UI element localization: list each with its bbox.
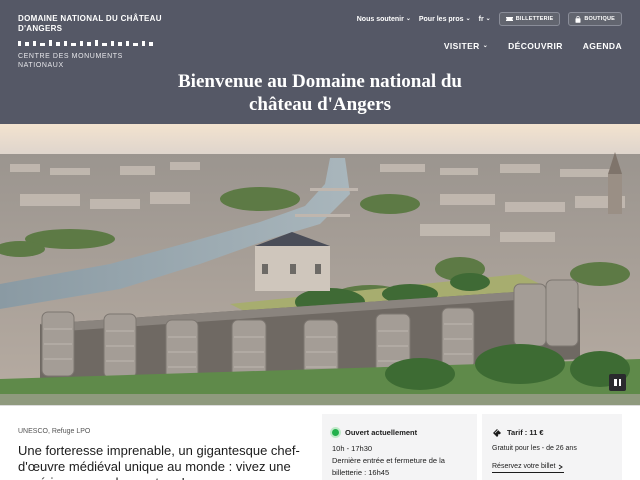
intro-block: UNESCO, Refuge LPO Une forteresse impren… <box>18 428 314 480</box>
nav-visiter-label: VISITER <box>443 41 480 51</box>
opening-hours-panel: Ouvert actuellement 10h - 17h30 Dernière… <box>322 414 477 480</box>
logo-title-line1: DOMAINE NATIONAL DU CHÂTEAU <box>18 14 162 23</box>
language-selector[interactable]: fr ⌄ <box>479 16 491 23</box>
top-nav: Nous soutenir ⌄ Pour les pros ⌄ fr ⌄ BIL… <box>357 12 622 26</box>
slideshow-pause-button[interactable] <box>609 374 626 391</box>
ticket-icon <box>493 429 501 437</box>
main-nav: VISITER ⌄ DÉCOUVRIR AGENDA <box>444 41 622 51</box>
chevron-down-icon: ⌄ <box>465 16 471 22</box>
intro-headline: Une forteresse imprenable, un gigantesqu… <box>18 443 300 480</box>
book-ticket-label: Réservez votre billet <box>492 463 556 470</box>
nav-nous-soutenir-label: Nous soutenir <box>356 15 404 23</box>
hero-title-line1: Bienvenue au Domaine national du <box>178 71 462 92</box>
status-dot-icon <box>332 429 339 436</box>
tarif-note: Gratuit pour les - de 26 ans <box>492 445 577 452</box>
bag-icon <box>575 15 581 23</box>
chevron-down-icon: ⌄ <box>485 16 491 22</box>
opening-status-label: Ouvert actuellement <box>345 428 418 437</box>
opening-hours: 10h - 17h30 <box>332 444 373 453</box>
logo-title-line2: D'ANGERS <box>18 24 63 33</box>
billetterie-button[interactable]: BILLETTERIE <box>498 12 561 26</box>
nav-decouvrir[interactable]: DÉCOUVRIR <box>508 41 563 51</box>
castle-towers-icon <box>18 40 153 46</box>
language-label: fr <box>478 15 484 23</box>
hero-title: Bienvenue au Domaine national du château… <box>0 70 640 116</box>
info-section: UNESCO, Refuge LPO Une forteresse impren… <box>0 405 640 480</box>
chevron-down-icon: ⌄ <box>482 43 489 49</box>
boutique-label: BOUTIQUE <box>584 16 615 22</box>
nav-decouvrir-label: DÉCOUVRIR <box>508 41 563 51</box>
nav-pour-les-pros-label: Pour les pros <box>418 15 464 23</box>
nav-agenda-label: AGENDA <box>582 41 622 51</box>
castle-aerial-image <box>0 124 640 405</box>
nav-nous-soutenir[interactable]: Nous soutenir ⌄ <box>357 16 411 23</box>
site-header: DOMAINE NATIONAL DU CHÂTEAU D'ANGERS CEN… <box>0 0 640 124</box>
site-logo[interactable]: DOMAINE NATIONAL DU CHÂTEAU D'ANGERS CEN… <box>18 14 168 70</box>
arrow-right-icon <box>559 464 564 470</box>
tarif-label: Tarif : 11 € <box>507 428 544 437</box>
chevron-down-icon: ⌄ <box>405 16 411 22</box>
nav-pour-les-pros[interactable]: Pour les pros ⌄ <box>419 16 471 23</box>
nav-visiter[interactable]: VISITER ⌄ <box>444 41 488 51</box>
billetterie-label: BILLETTERIE <box>515 16 554 22</box>
tarif-panel: Tarif : 11 € Gratuit pour les - de 26 an… <box>482 414 622 480</box>
logo-subtitle: CENTRE DES MONUMENTS NATIONAUX <box>18 53 123 69</box>
last-entry-text: Dernière entrée et fermeture de la bille… <box>332 456 445 477</box>
intro-tagline: UNESCO, Refuge LPO <box>18 428 91 435</box>
hero-title-line2: château d'Angers <box>249 94 391 115</box>
ticket-icon <box>505 17 513 21</box>
hero-aerial-photo <box>0 124 640 405</box>
nav-agenda[interactable]: AGENDA <box>583 41 622 51</box>
opening-status: Ouvert actuellement <box>332 428 467 437</box>
tarif-header: Tarif : 11 € <box>492 428 612 437</box>
boutique-button[interactable]: BOUTIQUE <box>568 12 622 26</box>
pause-icon-bar <box>618 379 621 386</box>
pause-icon <box>614 379 617 386</box>
book-ticket-link[interactable]: Réservez votre billet <box>492 462 565 473</box>
